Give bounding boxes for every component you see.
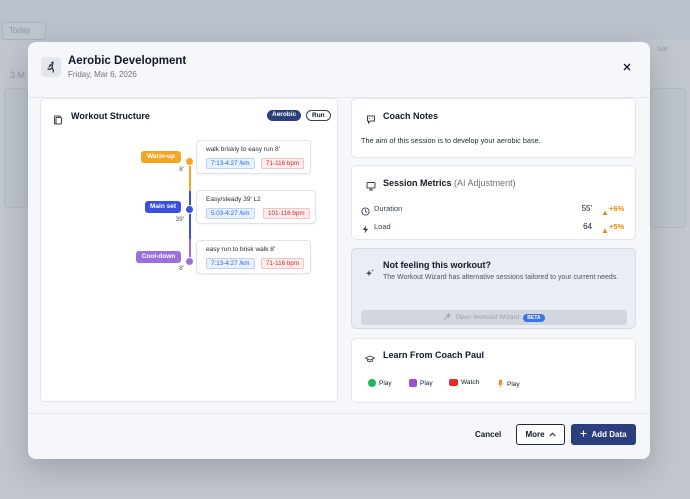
timeline-dot: [185, 205, 194, 214]
phase-label-cooldown: Cool-down: [136, 251, 181, 263]
wizard-text: The Workout Wizard has alternative sessi…: [383, 274, 619, 281]
metric-delta-duration: +6%: [609, 204, 625, 213]
segment-card-main[interactable]: Easy/steady 39' L2 5:03-4:27 /km 101-116…: [196, 190, 316, 224]
wand-icon: [443, 312, 452, 323]
add-data-button[interactable]: Add Data: [571, 424, 636, 445]
metric-label-duration: Duration: [374, 204, 403, 213]
phase-duration: 8': [179, 166, 184, 173]
phase-duration: 39': [175, 216, 184, 223]
metric-label-load: Load: [374, 222, 391, 231]
timeline-dot: [185, 157, 194, 166]
learn-title: Learn From Coach Paul: [383, 350, 485, 360]
media-label: Play: [420, 379, 433, 387]
segment-description: Easy/steady 39' L2: [206, 196, 261, 203]
media-label: Play: [379, 379, 392, 387]
session-metrics-card: Session Metrics (AI Adjustment) Duration…: [351, 165, 636, 240]
youtube-link[interactable]: Watch: [449, 379, 479, 386]
segment-card-cooldown[interactable]: easy run to brisk walk 8' 7:13-4:27 /km …: [196, 240, 311, 274]
workout-date: Friday, Mar 6, 2026: [68, 70, 137, 79]
metric-value-load: 64: [583, 222, 592, 231]
page-title: Aerobic Development: [68, 55, 187, 67]
phase-label-warmup: Warm-up: [141, 151, 181, 163]
tag-run: Run: [306, 110, 331, 121]
session-metrics-title-text: Session Metrics: [383, 178, 452, 188]
workout-modal: Aerobic Development Friday, Mar 6, 2026 …: [28, 42, 650, 459]
workout-wizard-card: Not feeling this workout? The Workout Wi…: [351, 248, 636, 329]
open-workout-wizard-button[interactable]: Open Workout Wizard BETA: [361, 310, 627, 325]
wizard-title: Not feeling this workout?: [383, 260, 491, 270]
podcast-link[interactable]: Play: [409, 379, 433, 387]
coach-notes-text: The aim of this session is to develop yo…: [361, 136, 541, 145]
spotify-link[interactable]: Play: [368, 379, 392, 387]
wizard-button-label: Open Workout Wizard: [455, 314, 520, 321]
runner-icon: [41, 57, 61, 77]
heart-rate-pill: 101-116 bpm: [263, 208, 310, 219]
heart-rate-pill: 71-116 bpm: [261, 158, 305, 169]
phase-duration: 8': [179, 265, 184, 272]
cancel-button[interactable]: Cancel: [475, 430, 501, 439]
learn-card: Learn From Coach Paul Play Play Watch Pl…: [351, 338, 636, 403]
chat-icon: [366, 111, 376, 125]
segment-description: walk briskly to easy run 8': [206, 146, 280, 153]
monitor-icon: [366, 178, 376, 191]
pace-pill: 7:13-4:27 /km: [206, 258, 255, 269]
timeline-line-main: [189, 191, 191, 239]
segment-card-warmup[interactable]: walk briskly to easy run 8' 7:13-4:27 /k…: [196, 140, 311, 174]
structure-icon: [53, 112, 63, 125]
metric-value-duration: 55': [581, 204, 592, 213]
more-button-label: More: [525, 430, 545, 439]
beta-badge: BETA: [523, 313, 545, 322]
microphone-icon: [497, 379, 504, 390]
arrow-up-icon: [602, 221, 608, 239]
timeline-dot: [185, 257, 194, 266]
session-metrics-subtitle: (AI Adjustment): [454, 178, 516, 188]
podcast-icon: [409, 379, 417, 387]
youtube-icon: [449, 379, 458, 386]
coach-notes-title: Coach Notes: [383, 111, 439, 121]
tag-aerobic: Aerobic: [267, 110, 302, 121]
media-label: Watch: [461, 379, 480, 386]
arrow-up-icon: [602, 203, 608, 221]
workout-structure-card: Workout Structure Aerobic Run Warm-up 8'…: [40, 98, 338, 402]
divider: [28, 413, 650, 414]
session-metrics-title: Session Metrics (AI Adjustment): [383, 178, 516, 188]
close-icon[interactable]: [620, 60, 634, 74]
media-label: Play: [507, 381, 520, 388]
coach-notes-card: Coach Notes The aim of this session is t…: [351, 98, 636, 158]
segment-description: easy run to brisk walk 8': [206, 246, 276, 253]
workout-structure-title: Workout Structure: [71, 111, 150, 121]
lightning-icon: [361, 221, 371, 234]
pace-pill: 5:03-4:27 /km: [206, 208, 255, 219]
metric-delta-load: +5%: [609, 222, 625, 231]
microphone-link[interactable]: Play: [497, 379, 520, 390]
sparkle-icon: [365, 265, 375, 277]
graduation-cap-icon: [364, 351, 376, 363]
add-data-label: Add Data: [591, 430, 627, 439]
timeline-line-warmup: [189, 163, 191, 191]
plus-icon: [580, 430, 587, 439]
clock-icon: [361, 203, 371, 216]
phase-label-main: Main set: [145, 201, 181, 213]
more-button[interactable]: More: [516, 424, 565, 445]
spotify-icon: [368, 379, 376, 387]
chevron-up-icon: [549, 430, 556, 439]
pace-pill: 7:13-4:27 /km: [206, 158, 255, 169]
heart-rate-pill: 71-116 bpm: [261, 258, 305, 269]
